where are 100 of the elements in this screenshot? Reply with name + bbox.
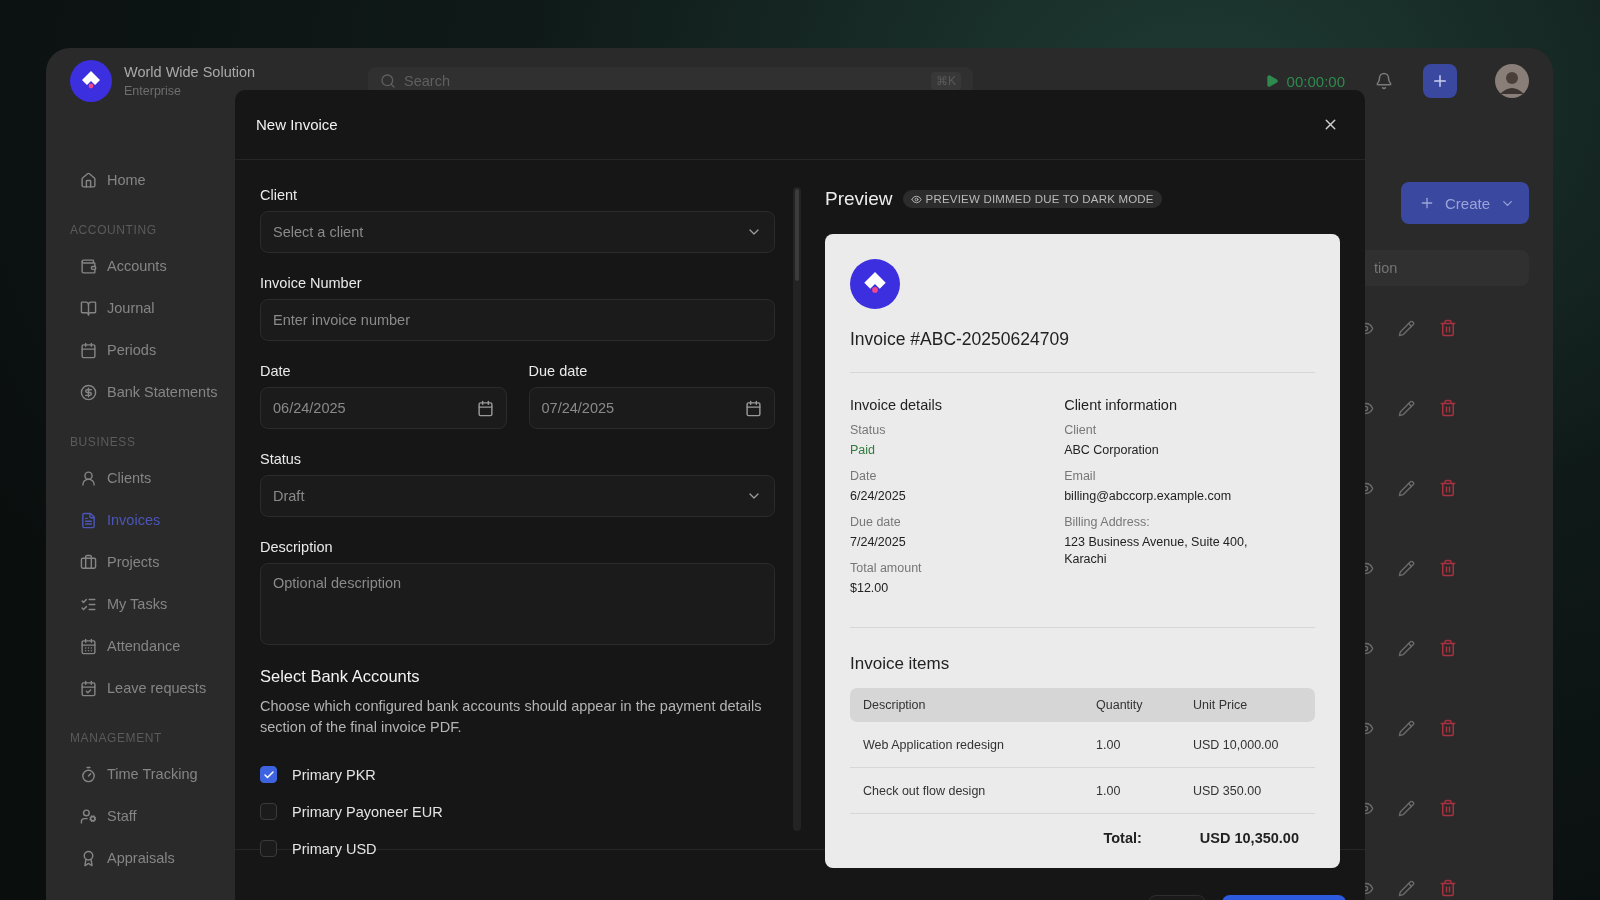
detail-value: 7/24/2025 <box>850 534 907 551</box>
table-cell: Web Application redesign <box>850 722 1096 768</box>
detail-label: Date <box>850 469 878 483</box>
info-badge: PREVIEW DIMMED DUE TO DARK MODE <box>902 190 1162 208</box>
checkbox[interactable] <box>260 840 277 857</box>
dialog-title: New Invoice <box>256 116 338 133</box>
book-icon <box>80 299 97 317</box>
table-cell: 1.00 <box>1096 722 1193 768</box>
pencil-icon[interactable] <box>1398 479 1415 497</box>
column-header: Quantity <box>1096 688 1193 722</box>
user-gear-icon <box>80 807 97 825</box>
sidebar-item[interactable]: Invoices <box>70 499 246 541</box>
checkbox[interactable] <box>260 766 277 783</box>
play-icon <box>1264 74 1279 88</box>
plus-icon <box>1431 72 1449 90</box>
detail-value: billing@abccorp.example.com <box>1064 488 1233 505</box>
checkbox[interactable] <box>260 803 277 820</box>
total-value: USD 10,350.00 <box>1199 830 1299 846</box>
table-cell: Check out flow design <box>850 768 1096 814</box>
pencil-icon[interactable] <box>1398 799 1415 817</box>
detail-label: Billing Address: <box>1064 515 1151 529</box>
pencil-icon[interactable] <box>1398 879 1415 897</box>
table-cell: USD 350.00 <box>1193 768 1315 814</box>
pencil-icon[interactable] <box>1398 719 1415 737</box>
section-title: Select Bank Accounts <box>260 667 421 686</box>
sidebar-item[interactable]: Periods <box>70 329 246 371</box>
field-label: Date <box>260 363 292 379</box>
pencil-icon[interactable] <box>1398 319 1415 337</box>
trash-icon[interactable] <box>1439 639 1457 657</box>
pencil-icon[interactable] <box>1398 559 1415 577</box>
table-cell: USD 10,000.00 <box>1193 722 1315 768</box>
total-label: Total: <box>1103 830 1142 846</box>
user-icon <box>80 469 97 487</box>
checkbox-label: Primary PKR <box>292 766 376 783</box>
calendar-icon <box>745 399 762 417</box>
field-label: Description <box>260 539 334 555</box>
sidebar-item[interactable]: Time Tracking <box>70 753 246 795</box>
detail-label: Total amount <box>850 561 923 575</box>
detail-value: $12.00 <box>850 580 890 597</box>
add-button[interactable] <box>1423 64 1457 98</box>
dollar-icon <box>80 383 97 401</box>
date-field[interactable]: 07/24/2025 <box>528 387 775 429</box>
check-icon <box>262 768 275 781</box>
sidebar-item[interactable]: Appraisals <box>70 837 246 879</box>
trash-icon[interactable] <box>1439 719 1457 737</box>
sidebar-item[interactable]: Journal <box>70 287 246 329</box>
detail-label: Status <box>850 423 887 437</box>
sidebar-item[interactable]: Attendance <box>70 625 246 667</box>
input-field[interactable]: Enter invoice number <box>260 299 775 341</box>
logo-icon <box>70 60 112 102</box>
items-title: Invoice items <box>850 654 951 674</box>
sidebar-item[interactable]: Staff <box>70 795 246 837</box>
sidebar-item[interactable]: Clients <box>70 457 246 499</box>
calendar-check-icon <box>80 679 97 697</box>
sidebar-item[interactable]: Projects <box>70 541 246 583</box>
briefcase-icon <box>80 553 97 571</box>
scrollbar[interactable] <box>793 187 801 831</box>
column-header: Unit Price <box>1193 688 1315 722</box>
column-heading: Invoice details <box>850 397 943 413</box>
sidebar-item[interactable]: Accounts <box>70 245 246 287</box>
search-icon <box>380 73 396 89</box>
detail-label: Due date <box>850 515 902 529</box>
stopwatch-icon <box>80 765 97 783</box>
trash-icon[interactable] <box>1439 319 1457 337</box>
trash-icon[interactable] <box>1439 879 1457 897</box>
create-button[interactable]: Create <box>1400 182 1529 224</box>
select-field[interactable]: Select a client <box>260 211 775 253</box>
wallet-icon <box>80 257 97 275</box>
house-icon <box>80 171 97 189</box>
invoice-title: Invoice #ABC-20250624709 <box>850 329 1315 373</box>
field-label: Due date <box>528 363 589 379</box>
calendar-icon <box>80 637 97 655</box>
pencil-icon[interactable] <box>1398 639 1415 657</box>
trash-icon[interactable] <box>1439 559 1457 577</box>
trash-icon[interactable] <box>1439 399 1457 417</box>
avatar[interactable] <box>1495 64 1529 98</box>
textarea-field[interactable]: Optional description <box>260 563 775 645</box>
sidebar-item[interactable]: Leave requests <box>70 667 246 709</box>
company-name: World Wide Solution <box>124 64 257 80</box>
detail-label: Client <box>1064 423 1098 437</box>
select-field[interactable]: Draft <box>260 475 775 517</box>
document-icon <box>80 511 97 529</box>
eye-icon <box>910 193 922 205</box>
column-header: Description <box>850 688 1096 722</box>
detail-label: Email <box>1064 469 1097 483</box>
calendar-icon <box>80 341 97 359</box>
pencil-icon[interactable] <box>1398 399 1415 417</box>
trash-icon[interactable] <box>1439 799 1457 817</box>
field-label: Status <box>260 451 303 467</box>
timer-button[interactable]: 00:00:00 <box>1264 72 1345 90</box>
date-field[interactable]: 06/24/2025 <box>260 387 507 429</box>
sidebar-item[interactable]: Bank Statements <box>70 371 246 413</box>
table-cell: 1.00 <box>1096 768 1193 814</box>
trash-icon[interactable] <box>1439 479 1457 497</box>
company-plan: Enterprise <box>124 84 182 98</box>
checkbox-label: Primary Payoneer EUR <box>292 803 443 820</box>
preview-title: Preview <box>825 188 893 210</box>
sidebar-item[interactable]: Home <box>70 159 246 201</box>
sidebar-item[interactable]: My Tasks <box>70 583 246 625</box>
field-label: Client <box>260 187 299 203</box>
